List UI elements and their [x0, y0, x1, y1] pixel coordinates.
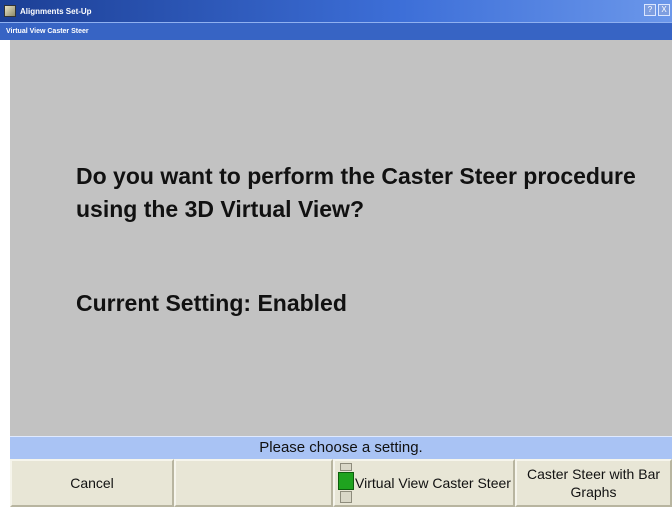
- selected-indicator-icon: [337, 463, 355, 505]
- softkey-row: Cancel Virtual View Caster Steer Caster …: [10, 459, 672, 507]
- window-title: Alignments Set-Up: [20, 6, 92, 16]
- cancel-button[interactable]: Cancel: [10, 459, 174, 507]
- help-button[interactable]: ?: [644, 4, 656, 16]
- status-message: Please choose a setting.: [259, 439, 423, 456]
- caster-steer-bar-graphs-button[interactable]: Caster Steer with Bar Graphs: [515, 459, 672, 507]
- title-bar: Alignments Set-Up ? X: [0, 0, 672, 22]
- screen-title: Virtual View Caster Steer: [6, 28, 89, 35]
- question-text: Do you want to perform the Caster Steer …: [76, 163, 636, 222]
- status-bar: Please choose a setting.: [10, 436, 672, 459]
- app-window: Alignments Set-Up ? X Virtual View Caste…: [0, 0, 672, 507]
- virtual-view-caster-steer-label: Virtual View Caster Steer: [355, 475, 511, 491]
- cancel-button-label: Cancel: [70, 475, 114, 491]
- app-icon: [4, 5, 16, 17]
- window-controls: ? X: [644, 4, 670, 16]
- screen-header: Virtual View Caster Steer: [0, 22, 672, 40]
- close-button[interactable]: X: [658, 4, 670, 16]
- current-setting-text: Current Setting: Enabled: [76, 290, 347, 316]
- caster-steer-bar-graphs-label: Caster Steer with Bar Graphs: [526, 466, 661, 500]
- virtual-view-caster-steer-button[interactable]: Virtual View Caster Steer: [333, 459, 515, 507]
- empty-softkey-button[interactable]: [174, 459, 333, 507]
- main-panel: Do you want to perform the Caster Steer …: [10, 40, 672, 436]
